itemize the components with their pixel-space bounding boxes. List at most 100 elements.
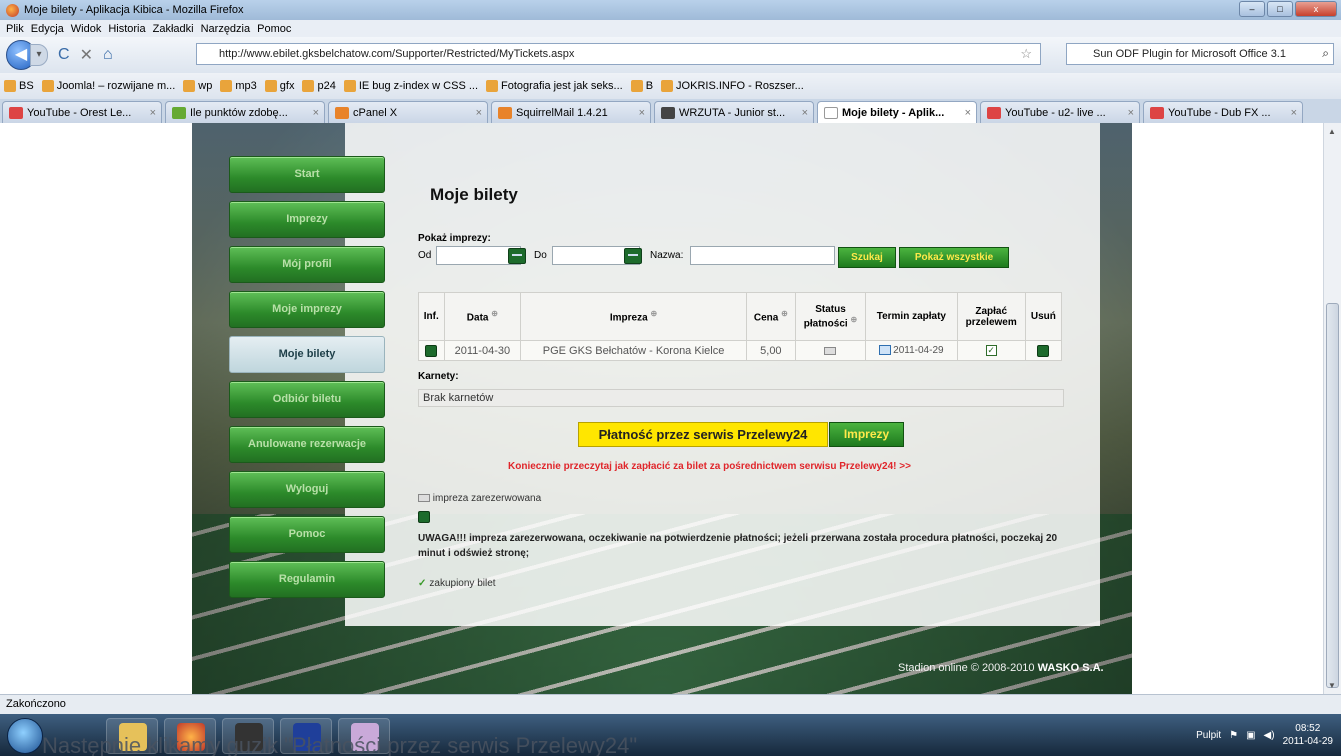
maximize-button[interactable]: □ — [1267, 1, 1293, 17]
col-data[interactable]: Data ⊕ — [443, 292, 522, 341]
bookmark-item[interactable]: IE bug z-index w CSS ... — [343, 80, 478, 93]
calendar-icon — [879, 345, 892, 356]
menu-zakladki[interactable]: Zakładki — [153, 23, 194, 35]
page-viewport: Stadion online © 2008-2010 WASKO S.A. — [0, 123, 1323, 694]
page-footer: Stadion online © 2008-2010 WASKO S.A. — [898, 662, 1104, 674]
sidebar-item-moje-imprezy[interactable]: Moje imprezy — [229, 291, 385, 328]
sidebar-item-odbior-biletu[interactable]: Odbiór biletu — [229, 381, 385, 418]
col-cena[interactable]: Cena ⊕ — [745, 292, 796, 341]
search-button[interactable]: Szukaj — [838, 247, 896, 268]
name-input[interactable] — [690, 246, 835, 265]
col-inf: Inf. — [418, 292, 445, 341]
legend-pending — [418, 511, 430, 524]
system-tray: Pulpit ⚑ ▣ ◀) 08:52 2011-04-29 — [1196, 722, 1333, 748]
calendar-from-icon[interactable] — [508, 248, 526, 264]
flag-icon[interactable]: ⚑ — [1229, 730, 1238, 741]
browser-tab[interactable]: Ile punktów zdobę... × — [165, 101, 325, 123]
sort-icon: ⊕ — [650, 309, 658, 319]
menu-edycja[interactable]: Edycja — [31, 23, 64, 35]
browser-tab-active[interactable]: Moje bilety - Aplik... × — [817, 101, 977, 123]
filter-row: Od Do Nazwa: Szukaj Pokaż wszystkie — [418, 244, 1018, 268]
bookmark-item[interactable]: JOKRIS.INFO - Roszser... — [661, 80, 804, 93]
sidebar-item-regulamin[interactable]: Regulamin — [229, 561, 385, 598]
status-bar: Zakończono — [0, 694, 1341, 714]
delete-icon[interactable] — [1037, 344, 1050, 357]
window-title: Moje bilety - Aplikacja Kibica - Mozilla… — [24, 4, 244, 16]
bookmark-star-icon[interactable]: ☆ — [1020, 46, 1032, 62]
sidebar-menu: Start Imprezy Mój profil Moje imprezy Mo… — [229, 156, 385, 606]
url-bar[interactable]: http://www.ebilet.gksbelchatow.com/Suppo… — [196, 43, 1041, 65]
scroll-thumb[interactable] — [1326, 303, 1339, 688]
bookmark-item[interactable]: BS — [4, 80, 34, 93]
clock[interactable]: 08:52 2011-04-29 — [1283, 722, 1333, 748]
col-usun: Usuń — [1024, 292, 1063, 341]
close-button[interactable]: x — [1295, 1, 1337, 17]
browser-tab[interactable]: WRZUTA - Junior st... × — [654, 101, 814, 123]
network-icon[interactable]: ▣ — [1246, 730, 1255, 741]
pending-payment-icon — [418, 511, 430, 524]
menu-widok[interactable]: Widok — [71, 23, 102, 35]
show-all-button[interactable]: Pokaż wszystkie — [899, 247, 1009, 268]
scroll-down-arrow[interactable]: ▼ — [1328, 681, 1336, 690]
to-label: Do — [534, 250, 547, 261]
browser-tab[interactable]: YouTube - Orest Le... × — [2, 101, 162, 123]
sort-icon: ⊕ — [850, 314, 858, 324]
sidebar-item-wyloguj[interactable]: Wyloguj — [229, 471, 385, 508]
browser-tab[interactable]: YouTube - Dub FX ... × — [1143, 101, 1303, 123]
karnety-box: Brak karnetów — [418, 389, 1064, 407]
przelewy24-info-link[interactable]: Koniecznie przeczytaj jak zapłacić za bi… — [508, 461, 911, 472]
browser-tab[interactable]: cPanel X × — [328, 101, 488, 123]
browser-tab[interactable]: SquirrelMail 1.4.21 × — [491, 101, 651, 123]
col-impreza[interactable]: Impreza ⊕ — [520, 292, 747, 341]
bookmark-item[interactable]: mp3 — [220, 80, 257, 93]
legend-bought: ✓ zakupiony bilet — [418, 578, 496, 589]
start-button[interactable] — [7, 718, 43, 754]
legend-uwaga-text: UWAGA!!! impreza zarezerwowana, oczekiwa… — [418, 533, 1058, 559]
filter-heading: Pokaż imprezy: — [418, 233, 491, 244]
bookmark-item[interactable]: B — [630, 80, 653, 93]
sidebar-item-pomoc[interactable]: Pomoc — [229, 516, 385, 553]
pay-transfer-checkbox-icon[interactable]: ✓ — [985, 345, 997, 357]
menu-pomoc[interactable]: Pomoc — [257, 23, 291, 35]
search-engine-label: Sun ODF Plugin for Microsoft Office 3.1 — [1093, 48, 1286, 60]
bookmark-item[interactable]: Fotografia jest jak seks... — [486, 80, 623, 93]
reload-icon[interactable]: C — [58, 46, 70, 64]
table-header-row: Inf. Data ⊕ Impreza ⊕ Cena ⊕ Status płat… — [418, 292, 1063, 341]
sidebar-item-moje-bilety[interactable]: Moje bilety — [229, 336, 385, 373]
calendar-to-icon[interactable] — [624, 248, 642, 264]
bookmark-item[interactable]: wp — [183, 80, 212, 93]
forward-dropdown-button[interactable]: ▾ — [30, 44, 48, 66]
menu-plik[interactable]: Plik — [6, 23, 24, 35]
navigation-toolbar: ◀ ▾ C ✕ ⌂ http://www.ebilet.gksbelchatow… — [0, 37, 1341, 73]
search-icon[interactable]: ⌕ — [1322, 46, 1329, 61]
browser-tab[interactable]: YouTube - u2- live ... × — [980, 101, 1140, 123]
sidebar-item-imprezy[interactable]: Imprezy — [229, 201, 385, 238]
vertical-scrollbar[interactable]: ▲ ▼ — [1323, 123, 1341, 694]
col-status[interactable]: Status płatności ⊕ — [794, 292, 867, 341]
name-label: Nazwa: — [650, 250, 684, 261]
stop-icon[interactable]: ✕ — [80, 45, 93, 65]
table-row: 2011-04-30 PGE GKS Bełchatów - Korona Ki… — [418, 340, 1063, 361]
page-title: Moje bilety — [430, 185, 518, 204]
reserved-status-icon — [418, 494, 430, 503]
info-icon[interactable] — [425, 344, 438, 357]
karnety-label: Karnety: — [418, 371, 459, 382]
sidebar-item-anulowane-rezerwacje[interactable]: Anulowane rezerwacje — [229, 426, 385, 463]
scroll-up-arrow[interactable]: ▲ — [1328, 127, 1336, 136]
sidebar-item-start[interactable]: Start — [229, 156, 385, 193]
home-icon[interactable]: ⌂ — [103, 46, 113, 64]
menu-historia[interactable]: Historia — [108, 23, 145, 35]
desktop-toolbar-label[interactable]: Pulpit — [1196, 730, 1221, 741]
cell-impreza: PGE GKS Bełchatów - Korona Kielce — [520, 340, 747, 361]
imprezy-button[interactable]: Imprezy — [829, 422, 904, 447]
minimize-button[interactable]: – — [1239, 1, 1265, 17]
firefox-icon — [6, 3, 19, 17]
sidebar-item-moj-profil[interactable]: Mój profil — [229, 246, 385, 283]
przelewy24-payment-button[interactable]: Płatność przez serwis Przelewy24 — [578, 422, 828, 447]
volume-icon[interactable]: ◀) — [1264, 730, 1275, 741]
bookmark-item[interactable]: Joomla! – rozwijane m... — [41, 80, 175, 93]
bookmark-item[interactable]: gfx — [264, 80, 294, 93]
bookmark-item[interactable]: p24 — [302, 80, 336, 93]
menu-narzedzia[interactable]: Narzędzia — [201, 23, 251, 35]
search-bar[interactable]: Sun ODF Plugin for Microsoft Office 3.1 … — [1066, 43, 1334, 65]
